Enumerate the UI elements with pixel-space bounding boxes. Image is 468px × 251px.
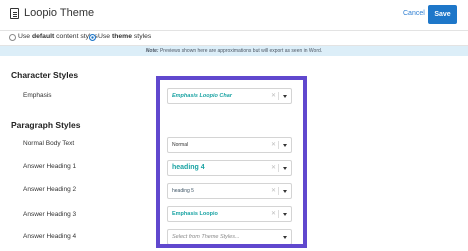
answer-heading-1-label: Answer Heading 1 <box>23 163 77 170</box>
chevron-down-icon[interactable] <box>283 144 287 147</box>
answer-heading-2-label: Answer Heading 2 <box>23 186 77 193</box>
answer-heading-4-placeholder: Select from Theme Styles... <box>172 234 240 240</box>
answer-heading-2-select[interactable]: heading 5 ✕ <box>167 183 292 199</box>
cancel-button[interactable]: Cancel <box>403 10 425 17</box>
select-divider <box>278 210 279 218</box>
emphasis-style-value: Emphasis Loopio Char <box>172 93 232 99</box>
preview-note: Note: Previews shown here are approximat… <box>0 46 468 56</box>
document-icon <box>10 8 19 19</box>
emphasis-label: Emphasis <box>23 92 52 99</box>
clear-x-icon[interactable]: ✕ <box>271 161 276 175</box>
content-style-options: Use default content styles Use theme sty… <box>0 31 468 46</box>
character-styles-heading: Character Styles <box>11 70 79 80</box>
page-title: Loopio Theme <box>24 7 95 19</box>
normal-body-style-value: Normal <box>172 142 189 148</box>
save-button[interactable]: Save <box>428 5 457 24</box>
clear-x-icon[interactable]: ✕ <box>271 184 276 198</box>
select-divider <box>278 141 279 149</box>
answer-heading-3-label: Answer Heading 3 <box>23 211 77 218</box>
answer-heading-1-select[interactable]: heading 4 ✕ <box>167 160 292 176</box>
chevron-down-icon[interactable] <box>283 95 287 98</box>
paragraph-styles-heading: Paragraph Styles <box>11 120 81 130</box>
emphasis-style-select[interactable]: Emphasis Loopio Char ✕ <box>167 88 292 104</box>
answer-heading-3-value: Emphasis Loopio <box>172 211 218 217</box>
chevron-down-icon[interactable] <box>283 236 287 239</box>
clear-x-icon[interactable]: ✕ <box>271 138 276 152</box>
answer-heading-3-select[interactable]: Emphasis Loopio ✕ <box>167 206 292 222</box>
theme-styles-radio[interactable] <box>89 34 96 41</box>
answer-heading-1-value: heading 4 <box>172 164 205 171</box>
select-divider <box>278 187 279 195</box>
answer-heading-2-value: heading 5 <box>172 188 194 194</box>
select-divider <box>278 164 279 172</box>
select-divider <box>278 92 279 100</box>
chevron-down-icon[interactable] <box>283 167 287 170</box>
clear-x-icon[interactable]: ✕ <box>271 207 276 221</box>
answer-heading-4-label: Answer Heading 4 <box>23 233 77 240</box>
clear-x-icon[interactable]: ✕ <box>271 89 276 103</box>
default-styles-radio[interactable] <box>9 34 16 41</box>
normal-body-style-select[interactable]: Normal ✕ <box>167 137 292 153</box>
header-bar: Loopio Theme Cancel Save <box>0 0 468 31</box>
chevron-down-icon[interactable] <box>283 190 287 193</box>
normal-body-text-label: Normal Body Text <box>23 140 75 147</box>
default-styles-label[interactable]: Use default content styles <box>18 33 98 40</box>
theme-styles-label[interactable]: Use theme styles <box>98 33 151 40</box>
chevron-down-icon[interactable] <box>283 213 287 216</box>
answer-heading-4-select[interactable]: Select from Theme Styles... <box>167 229 292 245</box>
